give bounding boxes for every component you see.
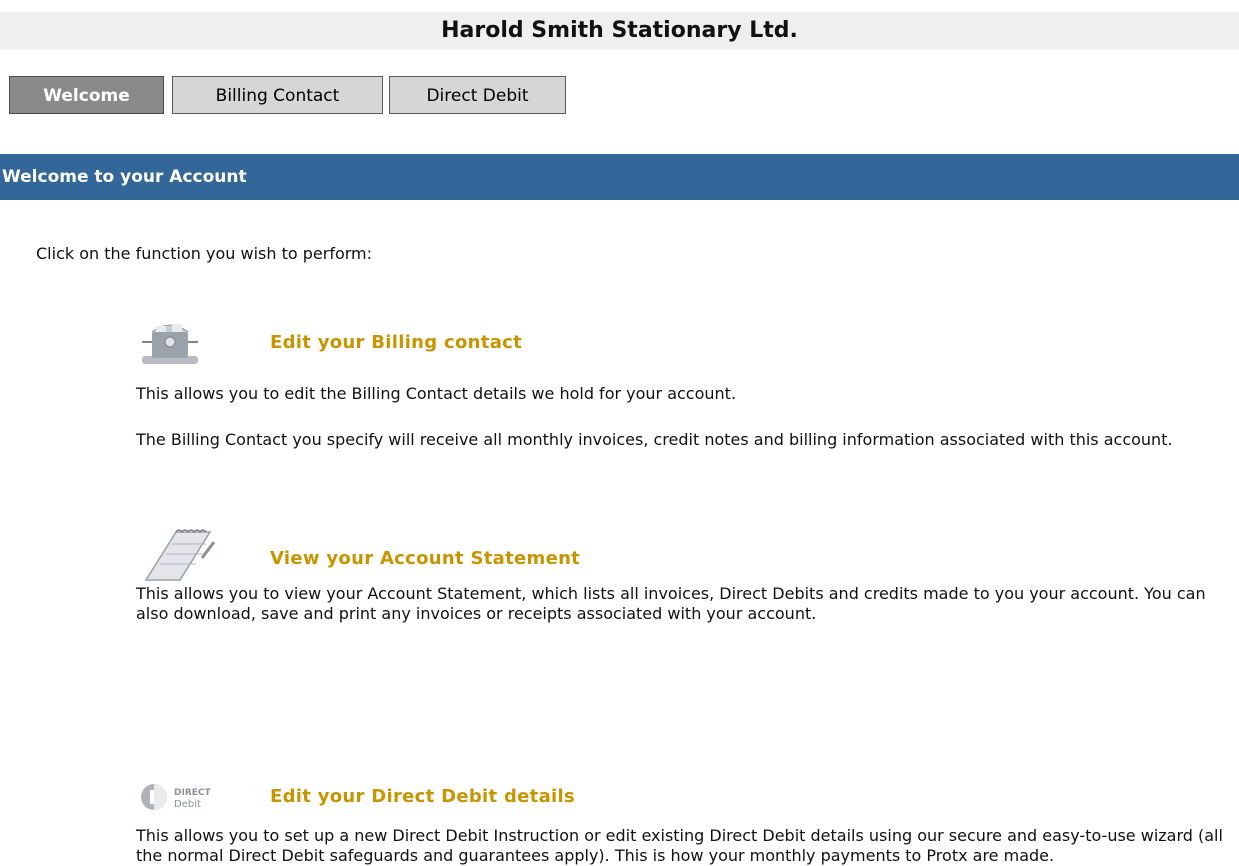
company-name-header: Harold Smith Stationary Ltd. [0, 12, 1239, 50]
billing-contact-desc-2: The Billing Contact you specify will rec… [136, 430, 1173, 449]
direct-debit-desc: This allows you to set up a new Direct D… [136, 826, 1223, 865]
dd-logo-line2: Debit [174, 799, 201, 810]
dd-logo-line1: DIRECT [174, 788, 212, 798]
account-statement-desc: This allows you to view your Account Sta… [136, 584, 1206, 623]
edit-direct-debit-link[interactable]: Edit your Direct Debit details [270, 786, 575, 807]
section-title-bar: Welcome to your Account [0, 154, 1239, 200]
account-statement-item: View your Account Statement This allows … [136, 528, 1236, 628]
tab-direct-debit[interactable]: Direct Debit [389, 76, 566, 114]
notepad-icon[interactable] [136, 528, 216, 588]
edit-billing-contact-link[interactable]: Edit your Billing contact [270, 332, 522, 353]
view-account-statement-link[interactable]: View your Account Statement [270, 548, 580, 569]
tab-billing-contact[interactable]: Billing Contact [172, 76, 383, 114]
billing-contact-item: Edit your Billing contact This allows yo… [136, 318, 1236, 478]
intro-text: Click on the function you wish to perfor… [36, 244, 373, 263]
direct-debit-item: DIRECT Debit Edit your Direct Debit deta… [136, 782, 1236, 865]
rolodex-icon[interactable] [136, 318, 208, 372]
billing-contact-desc-1: This allows you to edit the Billing Cont… [136, 384, 737, 403]
tab-welcome[interactable]: Welcome [9, 76, 164, 114]
direct-debit-logo[interactable]: DIRECT Debit [136, 782, 260, 816]
